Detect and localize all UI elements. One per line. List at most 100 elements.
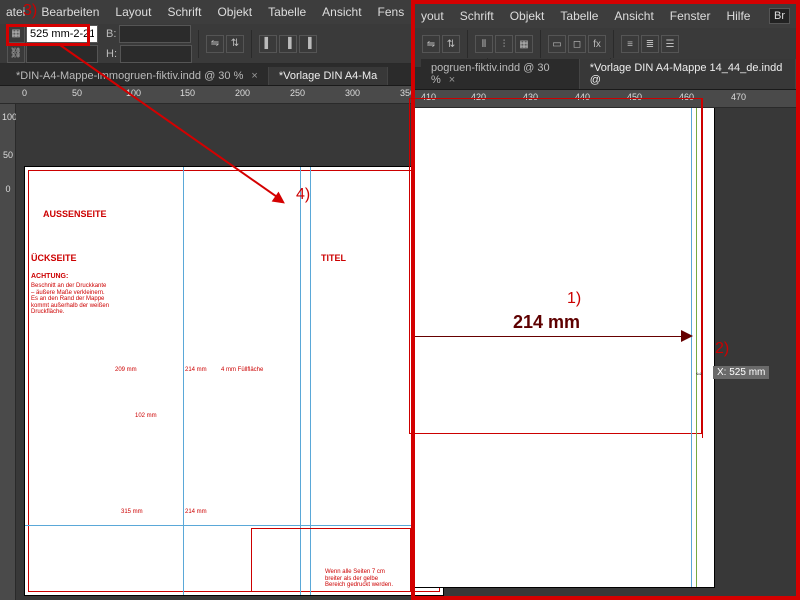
ruler-tick: 200 — [235, 88, 250, 98]
annotation-2: 2) — [715, 340, 729, 358]
textwrap2-icon[interactable]: ≣ — [641, 35, 659, 53]
ruler-vertical-left[interactable]: 100 50 0 — [0, 104, 16, 600]
sel-fit-icon[interactable]: ◻ — [568, 35, 586, 53]
menu-layout[interactable]: yout — [421, 9, 444, 23]
measure-line — [415, 336, 691, 337]
annotation-3: 3) — [23, 2, 37, 20]
menu-fenster[interactable]: Fenster — [670, 9, 711, 23]
label-aussenseite: AUSSENSEITE — [43, 209, 107, 219]
separator — [198, 30, 199, 58]
document-tab[interactable]: *DIN-A4-Mappe-immogruen-fiktiv.indd @ 30… — [6, 67, 269, 85]
menu-bearbeiten[interactable]: Bearbeiten — [41, 5, 99, 19]
align-right-icon[interactable]: ▐ — [299, 35, 317, 53]
textwrap3-icon[interactable]: ☰ — [661, 35, 679, 53]
tab-label: *DIN-A4-Mappe-immogruen-fiktiv.indd @ 30… — [16, 70, 243, 82]
ref-point-icon[interactable]: ▦ — [7, 25, 25, 43]
fx-icon[interactable]: fx — [588, 35, 606, 53]
dist-h-icon[interactable]: ⫴ — [475, 35, 493, 53]
workspace-left: 100 50 0 AUSSENSEITE ÜCKSEITE ACHTUNG: B… — [0, 104, 411, 600]
canvas-right[interactable]: 214 mm 1) ⇔ X: 525 mm 2) — [415, 108, 796, 588]
guide-vertical[interactable] — [691, 108, 692, 587]
ruler-tick: 470 — [731, 92, 746, 102]
document-tab[interactable]: pogruen-fiktiv.indd @ 30 %× — [421, 59, 580, 89]
flip-h-icon[interactable]: ⇋ — [422, 35, 440, 53]
canvas-left[interactable]: AUSSENSEITE ÜCKSEITE ACHTUNG: Beschnitt … — [16, 104, 411, 600]
ruler-tick: 0 — [2, 184, 14, 194]
sel-rect-icon[interactable]: ▭ — [548, 35, 566, 53]
menu-hilfe[interactable]: Hilfe — [726, 9, 750, 23]
menu-tabelle[interactable]: Tabelle — [268, 5, 306, 19]
ruler-tick: 250 — [290, 88, 305, 98]
tabbar-left: *DIN-A4-Mappe-immogruen-fiktiv.indd @ 30… — [0, 64, 411, 86]
label-titel: TITEL — [321, 253, 346, 263]
menu-objekt[interactable]: Objekt — [510, 9, 545, 23]
document-tab-active[interactable]: *Vorlage DIN A4-Ma — [269, 67, 388, 85]
menu-ansicht[interactable]: Ansicht — [614, 9, 653, 23]
workspace-right: 214 mm 1) ⇔ X: 525 mm 2) — [415, 108, 796, 588]
menubar-left: atei Bearbeiten Layout Schrift Objekt Ta… — [0, 0, 411, 24]
position-tooltip: X: 525 mm — [713, 366, 769, 379]
align-center-icon[interactable]: ▐ — [279, 35, 297, 53]
menubar-right: yout Schrift Objekt Tabelle Ansicht Fens… — [415, 4, 796, 28]
ruler-tick: 300 — [345, 88, 360, 98]
width-input[interactable] — [119, 25, 191, 43]
close-icon[interactable]: × — [449, 74, 455, 86]
menu-objekt[interactable]: Objekt — [217, 5, 252, 19]
textwrap-icon[interactable]: ≡ — [621, 35, 639, 53]
menu-fenster[interactable]: Fens — [378, 5, 405, 19]
menu-layout[interactable]: Layout — [115, 5, 151, 19]
align-icon[interactable]: ▦ — [515, 35, 533, 53]
align-left-icon[interactable]: ▌ — [259, 35, 277, 53]
close-icon[interactable]: × — [251, 70, 257, 82]
measure-arrow-right — [681, 330, 693, 342]
flip-v-icon[interactable]: ⇅ — [226, 35, 244, 53]
dim-209: 209 mm — [115, 367, 137, 374]
ruler-tick: 100 — [2, 112, 14, 122]
bleed-border — [409, 98, 702, 434]
right-pane: yout Schrift Objekt Tabelle Ansicht Fens… — [411, 0, 800, 600]
tabbar-right: pogruen-fiktiv.indd @ 30 %× *Vorlage DIN… — [415, 68, 796, 90]
dim-102: 102 mm — [135, 413, 157, 420]
flip-h-icon[interactable]: ⇋ — [206, 35, 224, 53]
document-page[interactable]: AUSSENSEITE ÜCKSEITE ACHTUNG: Beschnitt … — [24, 166, 444, 596]
dim-214-b: 214 mm — [185, 509, 207, 516]
bridge-icon[interactable]: Br — [769, 8, 790, 24]
annotation-4: 4) — [296, 186, 310, 204]
document-page-zoom[interactable] — [415, 108, 715, 588]
ruler-horizontal-left[interactable]: 0 50 100 150 200 250 300 350 — [0, 86, 411, 104]
dim-315: 315 mm — [121, 509, 143, 516]
dist-v-icon[interactable]: ⫶ — [495, 35, 513, 53]
link-icon[interactable]: ⛓ — [7, 45, 25, 63]
document-tab-active[interactable]: *Vorlage DIN A4-Mappe 14_44_de.indd @ — [580, 59, 796, 89]
width-label: B: — [106, 28, 116, 40]
separator — [613, 30, 614, 58]
tab-label: *Vorlage DIN A4-Mappe 14_44_de.indd @ — [590, 62, 783, 86]
height-input[interactable] — [120, 45, 192, 63]
x-position-input[interactable] — [26, 25, 98, 43]
separator — [251, 30, 252, 58]
menu-tabelle[interactable]: Tabelle — [560, 9, 598, 23]
ruler-tick: 50 — [2, 150, 14, 160]
label-achtung: ACHTUNG: — [31, 273, 68, 280]
drag-handle-icon[interactable]: ⇔ — [694, 368, 704, 379]
flip-v-icon[interactable]: ⇅ — [442, 35, 460, 53]
edge-line — [702, 98, 703, 438]
dim-214: 214 mm — [185, 367, 207, 374]
menu-schrift[interactable]: Schrift — [460, 9, 494, 23]
guide-horizontal[interactable] — [25, 525, 443, 526]
height-label: H: — [106, 48, 117, 60]
measure-label: 214 mm — [513, 312, 580, 333]
guide-vertical[interactable] — [183, 167, 184, 595]
text-achtung-body: Beschnitt an der Druckkante – äußere Maß… — [31, 283, 111, 316]
menu-schrift[interactable]: Schrift — [167, 5, 201, 19]
dim-4mm: 4 mm Füllfläche — [221, 367, 263, 374]
ruler-tick: 0 — [22, 88, 27, 98]
separator — [467, 30, 468, 58]
guide-vertical[interactable] — [696, 108, 697, 587]
menu-ansicht[interactable]: Ansicht — [322, 5, 361, 19]
annotation-1: 1) — [567, 290, 581, 308]
folder-shape — [251, 528, 411, 592]
label-rueckseite: ÜCKSEITE — [31, 253, 77, 263]
left-pane: atei Bearbeiten Layout Schrift Objekt Ta… — [0, 0, 411, 600]
ruler-tick: 150 — [180, 88, 195, 98]
